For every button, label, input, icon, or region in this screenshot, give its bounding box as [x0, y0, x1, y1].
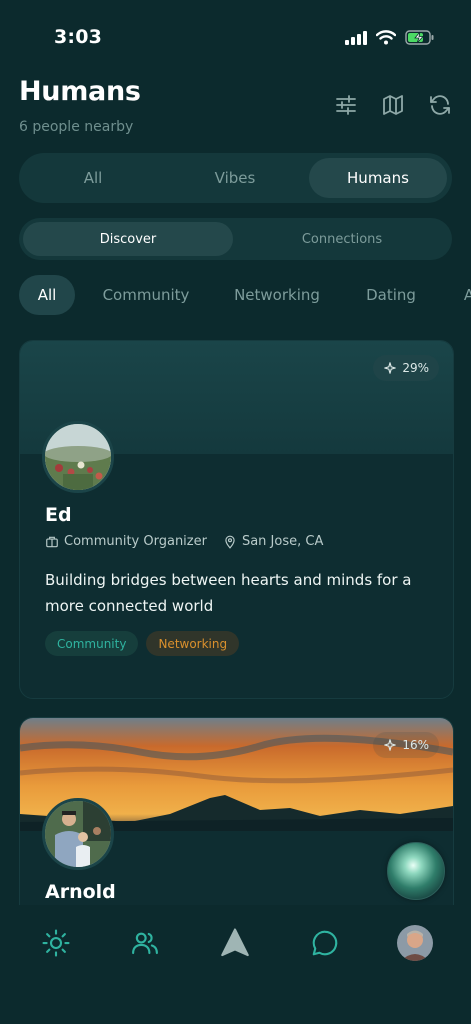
status-bar: 3:03 [0, 0, 471, 76]
nav-explore[interactable] [217, 925, 253, 961]
chip-community[interactable]: Community [99, 275, 193, 315]
profile-card[interactable]: 16% Arnold [19, 717, 454, 919]
sparkle-icon [384, 739, 397, 751]
wifi-icon [375, 30, 397, 49]
sparkle-icon [384, 362, 397, 374]
match-badge: 29% [373, 355, 439, 381]
status-time: 3:03 [54, 26, 103, 48]
profile-bio: Building bridges between hearts and mind… [45, 571, 412, 615]
profile-card[interactable]: 29% Ed Community Organizer San Jose, CA … [19, 340, 454, 699]
refresh-button[interactable] [427, 92, 452, 117]
profile-tags: Community Networking [45, 631, 240, 656]
main-tabs: All Vibes Humans [19, 153, 452, 203]
match-percent: 16% [402, 738, 429, 752]
nav-messages[interactable] [307, 925, 343, 961]
map-button[interactable] [380, 92, 405, 117]
location-info: San Jose, CA [223, 534, 323, 549]
filter-sliders-icon [335, 94, 356, 115]
avatar[interactable] [42, 421, 114, 493]
filter-button[interactable] [333, 92, 358, 117]
location-pin-icon [225, 535, 235, 549]
battery-charging-icon [405, 30, 435, 49]
map-icon [382, 94, 403, 115]
tab-discover[interactable]: Discover [23, 222, 233, 256]
match-badge: 16% [373, 732, 439, 758]
page-title: Humans [19, 76, 141, 107]
chat-bubble-icon [312, 930, 338, 956]
profile-name: Ed [45, 504, 72, 526]
profile-role: Community Organizer [64, 534, 207, 549]
navigation-arrow-icon [221, 928, 249, 957]
role-info: Community Organizer [45, 534, 207, 549]
filter-chips: All Community Networking Dating A [19, 275, 471, 317]
header: Humans 6 people nearby [19, 76, 452, 140]
tag-networking: Networking [146, 631, 240, 656]
chip-all[interactable]: All [19, 275, 75, 315]
tab-humans[interactable]: Humans [309, 158, 447, 198]
people-nearby-count: 6 people nearby [19, 119, 134, 135]
tab-vibes[interactable]: Vibes [166, 158, 304, 198]
bottom-nav [0, 905, 471, 1024]
tab-connections[interactable]: Connections [237, 222, 447, 256]
avatar[interactable] [42, 798, 114, 870]
match-percent: 29% [402, 361, 429, 375]
briefcase-icon [46, 536, 58, 547]
refresh-icon [429, 94, 450, 115]
tag-community: Community [45, 631, 139, 656]
sub-tabs: Discover Connections [19, 218, 452, 260]
chip-networking[interactable]: Networking [229, 275, 325, 315]
tab-all[interactable]: All [24, 158, 162, 198]
nav-profile[interactable] [397, 925, 433, 961]
nav-humans[interactable] [127, 925, 163, 961]
status-icons [345, 30, 435, 49]
profile-location: San Jose, CA [241, 534, 324, 549]
profile-meta: Community Organizer San Jose, CA [45, 534, 339, 549]
people-icon [132, 932, 158, 955]
ai-orb-button[interactable] [387, 842, 445, 900]
profile-name: Arnold [45, 881, 116, 903]
nav-vibes[interactable] [38, 925, 74, 961]
chip-dating[interactable]: Dating [363, 275, 419, 315]
profile-avatar [397, 925, 433, 961]
sun-icon [42, 929, 70, 957]
chip-more[interactable]: A [459, 275, 471, 315]
header-actions [333, 92, 452, 117]
cellular-signal-icon [345, 30, 367, 49]
